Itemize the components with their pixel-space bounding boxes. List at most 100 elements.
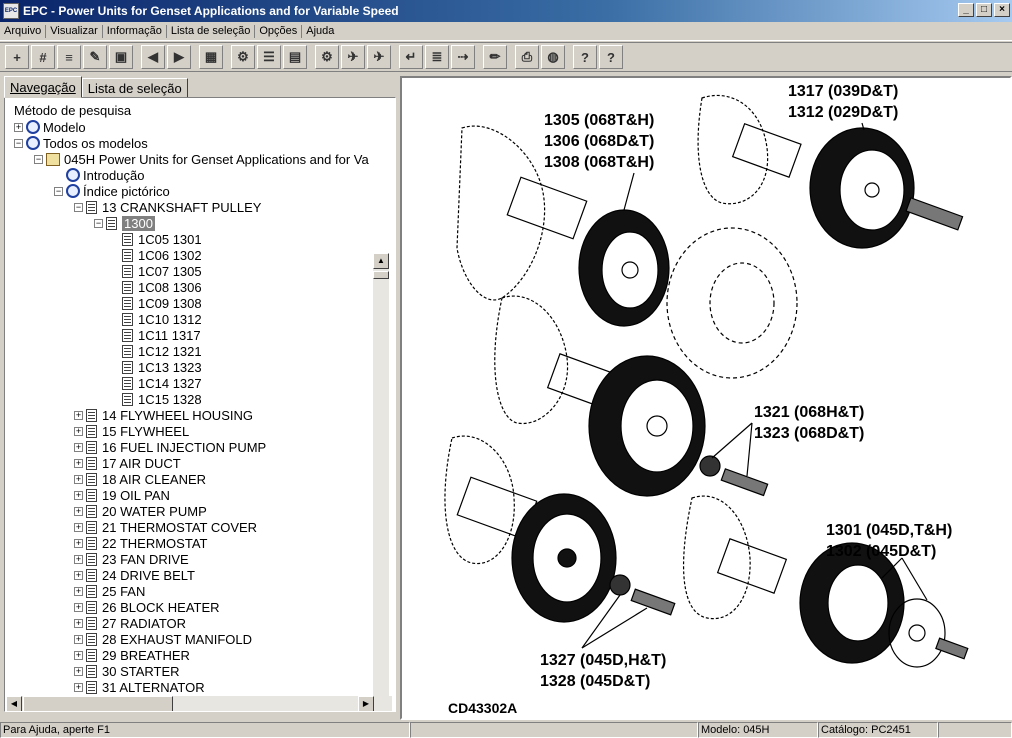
- vertical-scrollbar[interactable]: ▲ ▼: [373, 253, 389, 711]
- tree-item[interactable]: 1C11 1317: [110, 327, 201, 343]
- expand-icon[interactable]: +: [74, 634, 83, 644]
- expand-icon[interactable]: +: [74, 538, 83, 548]
- tree-item[interactable]: − Todos os modelos: [14, 135, 148, 151]
- tree-item[interactable]: +28 EXHAUST MANIFOLD: [74, 631, 252, 647]
- tree-item[interactable]: 1C09 1308: [110, 295, 202, 311]
- tree-item[interactable]: +14 FLYWHEEL HOUSING: [74, 407, 253, 423]
- tree-item[interactable]: +22 THERMOSTAT: [74, 535, 207, 551]
- run-alt-icon[interactable]: ✈: [367, 45, 391, 69]
- tree-item[interactable]: 1C06 1302: [110, 247, 202, 263]
- expand-icon[interactable]: +: [74, 666, 83, 676]
- note-icon[interactable]: ☰: [257, 45, 281, 69]
- print-icon[interactable]: ⎙: [515, 45, 539, 69]
- tree-item[interactable]: 1C05 1301: [110, 231, 202, 247]
- run-icon[interactable]: ✈: [341, 45, 365, 69]
- expand-icon[interactable]: +: [74, 650, 83, 660]
- return-icon[interactable]: ↵: [399, 45, 423, 69]
- context-help-icon[interactable]: ?‍: [599, 45, 623, 69]
- expand-icon[interactable]: +: [74, 490, 83, 500]
- expand-icon[interactable]: +: [74, 682, 83, 692]
- tree-item[interactable]: 1C15 1328: [110, 391, 202, 407]
- forward-arrow-icon[interactable]: ▶: [167, 45, 191, 69]
- collapse-icon[interactable]: −: [54, 186, 63, 196]
- tree-add-icon[interactable]: +: [5, 45, 29, 69]
- menu-lista-de-selecao[interactable]: Lista de seleção: [167, 25, 255, 37]
- gear-page-icon[interactable]: ⚙: [231, 45, 255, 69]
- tree-item[interactable]: +31 ALTERNATOR: [74, 679, 205, 694]
- tree-item[interactable]: Introdução: [54, 167, 144, 183]
- expand-icon[interactable]: +: [74, 554, 83, 564]
- menu-opcoes[interactable]: Opções: [255, 25, 301, 37]
- expand-icon[interactable]: +: [74, 570, 83, 580]
- tree-item[interactable]: + Modelo: [14, 119, 86, 135]
- expand-icon[interactable]: +: [74, 474, 83, 484]
- tree-item[interactable]: − 1300: [94, 215, 155, 231]
- scroll-left-icon[interactable]: ◀: [6, 696, 22, 711]
- pencil-icon[interactable]: ✏: [483, 45, 507, 69]
- expand-icon[interactable]: +: [74, 410, 83, 420]
- tree-item[interactable]: − Índice pictórico: [54, 183, 170, 199]
- tree-item[interactable]: +26 BLOCK HEATER: [74, 599, 220, 615]
- help-icon[interactable]: ?: [573, 45, 597, 69]
- expand-icon[interactable]: +: [14, 122, 23, 132]
- menu-visualizar[interactable]: Visualizar: [46, 25, 102, 37]
- page-icon[interactable]: ▤: [283, 45, 307, 69]
- tree-item[interactable]: +25 FAN: [74, 583, 145, 599]
- tree-item[interactable]: 1C07 1305: [110, 263, 202, 279]
- tree-item[interactable]: +17 AIR DUCT: [74, 455, 181, 471]
- expand-icon[interactable]: +: [74, 442, 83, 452]
- expand-icon[interactable]: +: [74, 426, 83, 436]
- tree-item[interactable]: +23 FAN DRIVE: [74, 551, 189, 567]
- tree-item[interactable]: +21 THERMOSTAT COVER: [74, 519, 257, 535]
- collapse-icon[interactable]: −: [14, 138, 23, 148]
- tree-item[interactable]: +16 FUEL INJECTION PUMP: [74, 439, 266, 455]
- expand-icon[interactable]: +: [74, 618, 83, 628]
- expand-icon[interactable]: +: [74, 586, 83, 596]
- export-icon[interactable]: ⇢: [451, 45, 475, 69]
- screen-icon[interactable]: ▣: [109, 45, 133, 69]
- tree-item[interactable]: 1C14 1327: [110, 375, 202, 391]
- collapse-icon[interactable]: −: [74, 202, 83, 212]
- scroll-up-icon[interactable]: ▲: [373, 253, 389, 269]
- tree-item[interactable]: +19 OIL PAN: [74, 487, 170, 503]
- scroll-thumb[interactable]: [373, 271, 389, 279]
- scroll-right-icon[interactable]: ▶: [358, 696, 374, 711]
- globe-icon[interactable]: ◍: [541, 45, 565, 69]
- tree-item[interactable]: +27 RADIATOR: [74, 615, 186, 631]
- hash-icon[interactable]: #: [31, 45, 55, 69]
- tree-item[interactable]: +24 DRIVE BELT: [74, 567, 195, 583]
- edit-note-icon[interactable]: ✎: [83, 45, 107, 69]
- tree-item[interactable]: +20 WATER PUMP: [74, 503, 207, 519]
- tree-item[interactable]: 1C10 1312: [110, 311, 202, 327]
- expand-icon[interactable]: +: [74, 458, 83, 468]
- back-arrow-icon[interactable]: ◀: [141, 45, 165, 69]
- tree-item[interactable]: +15 FLYWHEEL: [74, 423, 189, 439]
- tab-navegacao[interactable]: Navegação: [4, 76, 82, 98]
- collapse-icon[interactable]: −: [34, 154, 43, 164]
- menu-arquivo[interactable]: Arquivo: [0, 25, 45, 37]
- expand-icon[interactable]: +: [74, 602, 83, 612]
- collapse-icon[interactable]: −: [94, 218, 103, 228]
- expand-icon[interactable]: +: [74, 522, 83, 532]
- tree-item[interactable]: +29 BREATHER: [74, 647, 190, 663]
- tree-item[interactable]: 1C13 1323: [110, 359, 202, 375]
- list-icon[interactable]: ≣: [425, 45, 449, 69]
- tree-item[interactable]: 1C08 1306: [110, 279, 202, 295]
- tree-item[interactable]: − 045H Power Units for Genset Application…: [34, 151, 369, 167]
- maximize-button[interactable]: □: [976, 3, 992, 17]
- tab-lista-de-selecao[interactable]: Lista de seleção: [81, 78, 188, 98]
- close-button[interactable]: ×: [994, 3, 1010, 17]
- horizontal-scrollbar[interactable]: ◀ ▶: [6, 696, 392, 711]
- tree-item[interactable]: 1C12 1321: [110, 343, 202, 359]
- menu-ajuda[interactable]: Ajuda: [302, 25, 338, 37]
- grid-icon[interactable]: ▦: [199, 45, 223, 69]
- tree-item[interactable]: +30 STARTER: [74, 663, 180, 679]
- scroll-thumb-horizontal[interactable]: [23, 696, 173, 711]
- tree-item[interactable]: − 13 CRANKSHAFT PULLEY: [74, 199, 261, 215]
- minimize-button[interactable]: _: [958, 3, 974, 17]
- menu-informacao[interactable]: Informação: [103, 25, 166, 37]
- expand-icon[interactable]: +: [74, 506, 83, 516]
- settings-icon[interactable]: ⚙: [315, 45, 339, 69]
- tray-icon[interactable]: ≡: [57, 45, 81, 69]
- tree-item[interactable]: +18 AIR CLEANER: [74, 471, 206, 487]
